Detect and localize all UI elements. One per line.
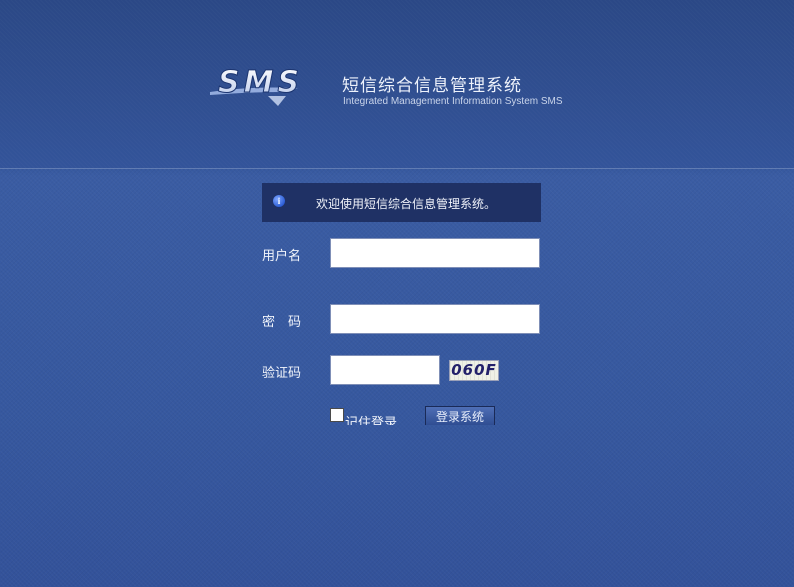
captcha-label: 验证码 (262, 366, 302, 381)
password-label: 密 码 (262, 315, 302, 330)
sms-logo-icon: SMS (210, 65, 303, 106)
info-icon: i (273, 195, 285, 207)
login-button[interactable]: 登录系统 (425, 406, 495, 425)
logo-text: SMS (218, 65, 303, 100)
remember-label: 记住登录 (345, 416, 398, 425)
login-page: SMS 短信综合信息管理系统 Integrated Management Inf… (0, 0, 794, 587)
password-input[interactable] (330, 304, 540, 334)
header-banner: SMS 短信综合信息管理系统 Integrated Management Inf… (0, 0, 794, 169)
welcome-text: 欢迎使用短信综合信息管理系统。 (316, 197, 497, 211)
remember-login[interactable]: 记住登录 (330, 407, 404, 425)
remember-checkbox[interactable] (330, 408, 344, 422)
username-input[interactable] (330, 238, 540, 268)
app-subtitle: Integrated Management Information System… (343, 96, 563, 107)
logo-block: SMS 短信综合信息管理系统 Integrated Management Inf… (208, 62, 608, 112)
welcome-notice: i 欢迎使用短信综合信息管理系统。 (262, 183, 541, 222)
captcha-image[interactable]: 060F (449, 360, 499, 381)
app-title: 短信综合信息管理系统 (342, 76, 522, 96)
username-label: 用户名 (262, 249, 302, 264)
captcha-input[interactable] (330, 355, 440, 385)
